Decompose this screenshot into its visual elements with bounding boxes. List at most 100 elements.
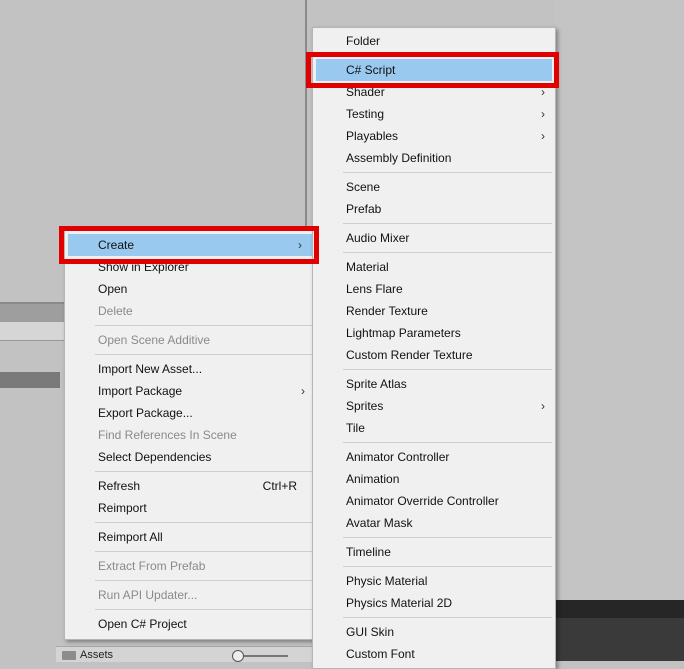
menu-item-import-new-asset[interactable]: Import New Asset...	[65, 358, 315, 380]
menu-item-animator-override-controller[interactable]: Animator Override Controller	[313, 490, 555, 512]
menu-item-label: Physic Material	[346, 574, 428, 588]
menu-item-label: Export Package...	[98, 406, 193, 420]
menu-item-avatar-mask[interactable]: Avatar Mask	[313, 512, 555, 534]
menu-item-label: Open C# Project	[98, 617, 187, 631]
menu-item-label: Extract From Prefab	[98, 559, 206, 573]
menu-item-refresh[interactable]: Refresh Ctrl+R	[65, 475, 315, 497]
menu-item-label: Run API Updater...	[98, 588, 198, 602]
menu-separator	[95, 522, 312, 523]
menu-item-render-texture[interactable]: Render Texture	[313, 300, 555, 322]
menu-item-tile[interactable]: Tile	[313, 417, 555, 439]
menu-item-label: Playables	[346, 129, 399, 143]
menu-item-timeline[interactable]: Timeline	[313, 541, 555, 563]
submenu-arrow-icon: ›	[541, 129, 545, 143]
inspector-panel	[555, 0, 684, 600]
menu-item-label: Audio Mixer	[346, 231, 410, 245]
menu-item-label: Find References In Scene	[98, 428, 237, 442]
submenu-arrow-icon: ›	[541, 399, 545, 413]
menu-item-run-api-updater[interactable]: Run API Updater...	[65, 584, 315, 606]
menu-separator	[343, 252, 552, 253]
project-panel-selection-bar	[0, 372, 60, 388]
menu-item-label: Delete	[98, 304, 133, 318]
menu-item-label: Open Scene Additive	[98, 333, 211, 347]
menu-item-label: Folder	[346, 34, 381, 48]
menu-item-shader[interactable]: Shader ›	[313, 81, 555, 103]
menu-separator	[95, 551, 312, 552]
menu-item-gui-skin[interactable]: GUI Skin	[313, 621, 555, 643]
menu-item-find-references-in-scene[interactable]: Find References In Scene	[65, 424, 315, 446]
menu-item-label: Create	[98, 238, 135, 252]
menu-item-label: Scene	[346, 180, 381, 194]
menu-item-label: Animator Override Controller	[346, 494, 499, 508]
menu-item-label: GUI Skin	[346, 625, 395, 639]
menu-item-label: Animation	[346, 472, 400, 486]
menu-item-lightmap-parameters[interactable]: Lightmap Parameters	[313, 322, 555, 344]
submenu-arrow-icon: ›	[301, 384, 305, 398]
menu-item-animator-controller[interactable]: Animator Controller	[313, 446, 555, 468]
menu-item-open-scene-additive[interactable]: Open Scene Additive	[65, 329, 315, 351]
menu-separator	[343, 566, 552, 567]
menu-item-playables[interactable]: Playables ›	[313, 125, 555, 147]
menu-item-label: Avatar Mask	[346, 516, 413, 530]
console-panel-header	[555, 600, 684, 618]
menu-item-physics-material-2d[interactable]: Physics Material 2D	[313, 592, 555, 614]
menu-item-open-csharp-project[interactable]: Open C# Project	[65, 613, 315, 635]
menu-item-label: Tile	[346, 421, 365, 435]
menu-item-label: Reimport	[98, 501, 147, 515]
menu-item-label: Animator Controller	[346, 450, 450, 464]
menu-item-label: Testing	[346, 107, 385, 121]
menu-item-import-package[interactable]: Import Package ›	[65, 380, 315, 402]
menu-item-prefab[interactable]: Prefab	[313, 198, 555, 220]
menu-separator	[343, 442, 552, 443]
menu-item-assembly-definition[interactable]: Assembly Definition	[313, 147, 555, 169]
menu-item-label: Physics Material 2D	[346, 596, 453, 610]
menu-item-label: Lens Flare	[346, 282, 403, 296]
menu-item-audio-mixer[interactable]: Audio Mixer	[313, 227, 555, 249]
menu-item-material[interactable]: Material	[313, 256, 555, 278]
menu-item-scene[interactable]: Scene	[313, 176, 555, 198]
menu-item-label: Import New Asset...	[98, 362, 203, 376]
menu-separator	[343, 617, 552, 618]
menu-item-lens-flare[interactable]: Lens Flare	[313, 278, 555, 300]
menu-item-custom-font[interactable]: Custom Font	[313, 643, 555, 665]
menu-item-extract-from-prefab[interactable]: Extract From Prefab	[65, 555, 315, 577]
menu-item-create[interactable]: Create ›	[68, 234, 312, 256]
menu-item-testing[interactable]: Testing ›	[313, 103, 555, 125]
menu-item-select-dependencies[interactable]: Select Dependencies	[65, 446, 315, 468]
menu-item-reimport-all[interactable]: Reimport All	[65, 526, 315, 548]
menu-item-label: Reimport All	[98, 530, 163, 544]
menu-item-label: Import Package	[98, 384, 183, 398]
menu-item-delete[interactable]: Delete	[65, 300, 315, 322]
console-panel	[555, 600, 684, 661]
menu-item-label: Shader	[346, 85, 385, 99]
menu-item-animation[interactable]: Animation	[313, 468, 555, 490]
menu-item-label: Sprites	[346, 399, 384, 413]
menu-item-sprite-atlas[interactable]: Sprite Atlas	[313, 373, 555, 395]
menu-separator	[95, 325, 312, 326]
menu-item-export-package[interactable]: Export Package...	[65, 402, 315, 424]
menu-item-show-in-explorer[interactable]: Show in Explorer	[65, 256, 315, 278]
menu-separator	[95, 609, 312, 610]
menu-item-reimport[interactable]: Reimport	[65, 497, 315, 519]
icon-size-slider-knob[interactable]	[232, 650, 244, 662]
menu-item-label: Material	[346, 260, 389, 274]
menu-item-label: Timeline	[346, 545, 391, 559]
menu-item-label: Select Dependencies	[98, 450, 212, 464]
folder-icon	[62, 651, 76, 660]
context-menu: Create › Show in Explorer Open Delete Op…	[64, 230, 316, 640]
menu-item-csharp-script[interactable]: C# Script	[316, 59, 552, 81]
menu-item-physic-material[interactable]: Physic Material	[313, 570, 555, 592]
menu-item-label: Refresh	[98, 479, 141, 493]
menu-item-open[interactable]: Open	[65, 278, 315, 300]
menu-item-label: Sprite Atlas	[346, 377, 407, 391]
menu-separator	[95, 354, 312, 355]
menu-item-sprites[interactable]: Sprites ›	[313, 395, 555, 417]
menu-item-label: Assembly Definition	[346, 151, 452, 165]
menu-item-label: Show in Explorer	[98, 260, 189, 274]
create-submenu: Folder C# Script Shader › Testing › Play…	[312, 27, 556, 669]
menu-separator	[343, 537, 552, 538]
menu-item-label: Prefab	[346, 202, 382, 216]
menu-item-folder[interactable]: Folder	[313, 30, 555, 52]
menu-item-custom-render-texture[interactable]: Custom Render Texture	[313, 344, 555, 366]
assets-folder-label[interactable]: Assets	[80, 649, 113, 661]
